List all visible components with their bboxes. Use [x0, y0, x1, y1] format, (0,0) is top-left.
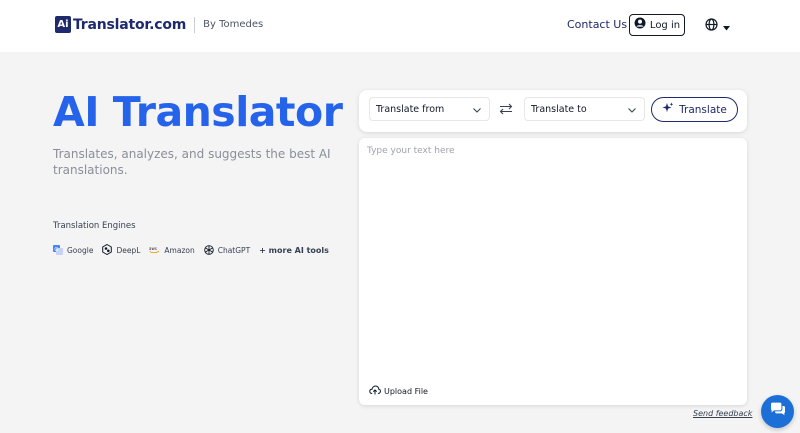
more-ai-tools-link[interactable]: + more AI tools — [259, 246, 329, 255]
logo-text: Translator.com — [73, 16, 187, 33]
source-text-panel: Upload File — [359, 138, 747, 405]
source-text-input[interactable] — [367, 146, 739, 376]
sparkle-icon — [662, 101, 674, 119]
engine-label: ChatGPT — [217, 246, 251, 255]
logo-by-text: By Tomedes — [203, 19, 264, 30]
engine-amazon: aws Amazon — [149, 246, 194, 256]
swap-languages-button[interactable] — [499, 102, 513, 120]
engine-chatgpt: ChatGPT — [203, 244, 251, 257]
engine-deepl: DeepL — [102, 243, 141, 257]
svg-text:aws: aws — [149, 246, 157, 251]
translate-button-label: Translate — [679, 103, 727, 116]
site-logo[interactable]: Ai Translator.com By Tomedes — [55, 16, 263, 33]
top-header: Ai Translator.com By Tomedes Contact Us … — [0, 0, 800, 52]
amazon-icon: aws — [149, 246, 160, 256]
engine-label: Google — [67, 246, 94, 255]
google-translate-icon: G — [53, 244, 63, 257]
translator-toolbar: Translate from Translate to Translate — [359, 90, 747, 132]
upload-file-label: Upload File — [384, 386, 428, 396]
engine-label: DeepL — [116, 246, 141, 255]
chatgpt-icon — [203, 244, 214, 257]
chevron-down-icon — [628, 100, 636, 118]
chat-widget-button[interactable] — [761, 395, 794, 428]
send-feedback-link[interactable]: Send feedback — [693, 409, 752, 418]
translate-from-label: Translate from — [376, 103, 445, 115]
engine-label: Amazon — [164, 246, 195, 255]
page-subtitle: Translates, analyzes, and suggests the b… — [53, 147, 331, 177]
translate-to-select[interactable]: Translate to — [524, 97, 645, 121]
caret-down-icon — [723, 18, 730, 36]
translate-button[interactable]: Translate — [651, 97, 738, 122]
logo-badge: Ai — [55, 16, 71, 33]
globe-icon — [705, 18, 718, 36]
deepl-icon — [102, 243, 113, 257]
translate-from-select[interactable]: Translate from — [369, 97, 490, 121]
swap-arrows-icon — [499, 102, 513, 119]
engines-heading: Translation Engines — [53, 221, 136, 231]
logo-divider — [194, 16, 196, 33]
login-label: Log in — [649, 19, 681, 31]
page-title: AI Translator — [53, 88, 343, 136]
language-selector[interactable] — [705, 18, 730, 36]
translate-to-label: Translate to — [531, 103, 587, 115]
svg-text:G: G — [54, 247, 58, 253]
chat-bubble-icon — [770, 402, 786, 421]
engine-google: G Google — [53, 244, 94, 257]
engines-list: G Google DeepL aws Amazon ChatGPT + more… — [53, 243, 329, 257]
login-button[interactable]: Log in — [629, 14, 685, 36]
chevron-down-icon — [473, 100, 481, 118]
user-circle-icon — [634, 16, 646, 34]
cloud-upload-icon — [369, 385, 381, 397]
upload-file-button[interactable]: Upload File — [369, 385, 428, 397]
contact-us-link[interactable]: Contact Us — [567, 18, 627, 31]
